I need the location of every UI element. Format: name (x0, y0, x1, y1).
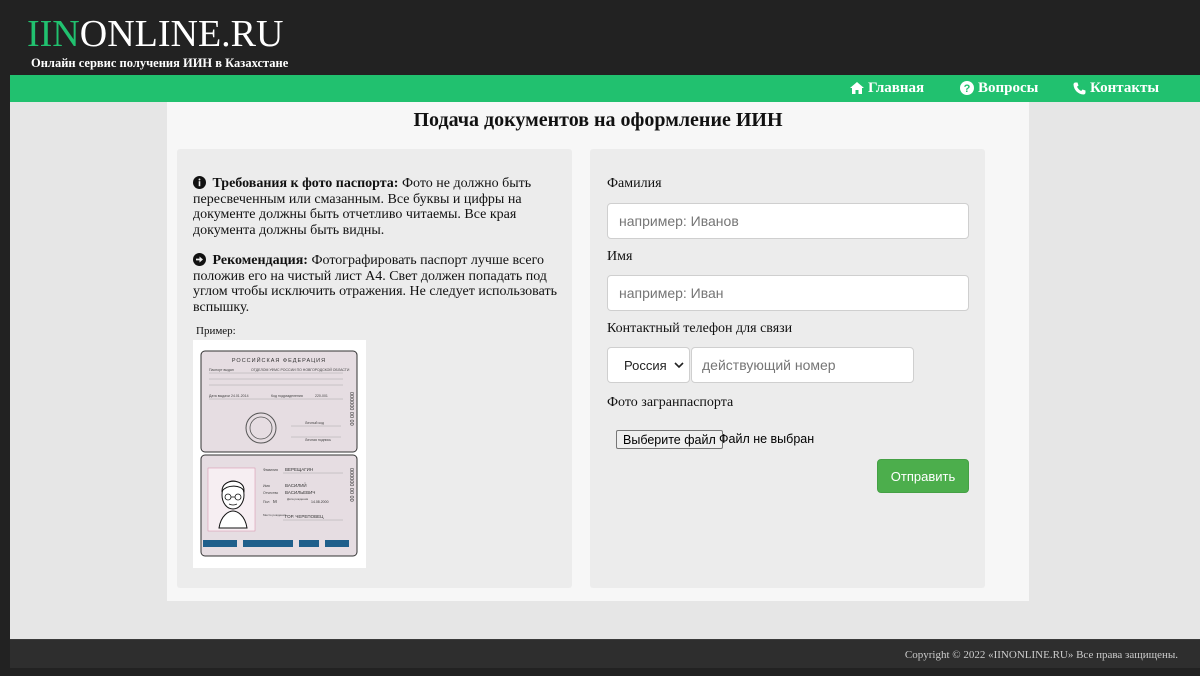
logo-accent-text: IIN (27, 13, 80, 55)
country-select[interactable]: Россия (607, 347, 690, 383)
passport-field-value: ВАСИЛИЙ (285, 481, 307, 488)
home-icon (850, 82, 864, 94)
info-circle-icon (193, 176, 206, 189)
passport-field-label: Фамилия (263, 468, 278, 472)
page-title: Подача документов на оформление ИИН (413, 109, 783, 131)
nav-item-home[interactable]: Главная (850, 79, 924, 97)
surname-label: Фамилия (607, 176, 662, 191)
requirements-title: Требования к фото паспорта: (212, 176, 399, 191)
phone-input[interactable] (691, 347, 914, 383)
question-circle-icon: ? (960, 81, 974, 95)
passport-field-value: 14.08.2000 (311, 500, 329, 504)
passport-field-value: ОТДЕЛОМ УФМС РОССИИ ПО НОВГОРОДСКОЙ ОБЛА… (251, 368, 350, 372)
passport-field-label: Личный код (305, 421, 324, 425)
requirements-paragraph: Требования к фото паспорта: Фото не долж… (193, 176, 563, 238)
surname-input[interactable] (607, 203, 969, 239)
passport-sample-image: РОССИЙСКАЯ ФЕДЕРАЦИЯ Паспорт выдан ОТДЕЛ… (193, 340, 366, 568)
passport-field-value: 24.01.2014 (231, 394, 249, 398)
phone-label: Контактный телефон для связи (607, 321, 793, 336)
site-tagline: Онлайн сервис получения ИИН в Казахстане (31, 56, 289, 70)
passport-field-label: Дата выдачи (209, 394, 230, 398)
passport-field-label: Имя (263, 484, 270, 488)
country-select-value: Россия (624, 357, 667, 373)
passport-serial: 000000 00 00 (348, 392, 354, 426)
nav-item-questions[interactable]: ? Вопросы (960, 79, 1038, 97)
passport-field-label: Паспорт выдан (209, 368, 234, 372)
passport-field-label: Место рождения (263, 513, 287, 517)
passport-serial: 000000 00 00 (348, 468, 354, 502)
copyright-text: Copyright © 2022 «IINONLINE.RU» Все прав… (904, 649, 1178, 661)
file-status-text: Файл не выбран (719, 432, 815, 446)
nav-item-label: Главная (868, 80, 925, 96)
recommendation-title: Рекомендация: (212, 253, 308, 268)
passport-field-value: М (273, 499, 277, 504)
passport-header-text: РОССИЙСКАЯ ФЕДЕРАЦИЯ (232, 356, 326, 364)
chevron-down-icon (674, 362, 684, 369)
main-nav: Главная ? Вопросы Контакты (10, 75, 1200, 102)
passport-field-label: Код подразделения (271, 394, 303, 398)
passport-field-value: ГОР. ЧЕРЕПОВЕЦ (285, 514, 324, 519)
site-header: IINONLINE.RU Онлайн сервис получения ИИН… (0, 0, 1200, 75)
example-label: Пример: (196, 325, 236, 337)
passport-field-value: ВЕРЕЩАГИН (285, 467, 313, 472)
site-logo[interactable]: IINONLINE.RU (27, 14, 283, 54)
passport-field-value: 220-001 (315, 394, 328, 398)
name-label: Имя (607, 249, 633, 264)
site-footer: Copyright © 2022 «IINONLINE.RU» Все прав… (10, 639, 1200, 668)
passport-photo-label: Фото загранпаспорта (607, 395, 734, 410)
phone-icon (1073, 82, 1086, 94)
nav-item-contacts[interactable]: Контакты (1073, 79, 1159, 97)
nav-item-label: Контакты (1090, 80, 1160, 96)
passport-field-label: Пол (263, 500, 269, 504)
passport-field-label: Дата рождения (287, 497, 309, 501)
passport-field-label: Отчество (263, 491, 278, 495)
submit-button[interactable]: Отправить (877, 459, 969, 493)
svg-text:?: ? (964, 83, 971, 95)
nav-item-label: Вопросы (978, 80, 1039, 96)
passport-field-label: Личная подпись (305, 438, 331, 442)
choose-file-button[interactable]: Выберите файл (616, 430, 723, 449)
logo-text: ONLINE.RU (79, 13, 284, 55)
arrow-circle-right-icon (193, 253, 206, 266)
passport-field-value: ВАСИЛЬЕВИЧ (285, 490, 315, 495)
name-input[interactable] (607, 275, 969, 311)
bottom-strip (0, 668, 1200, 676)
recommendation-paragraph: Рекомендация: Фотографировать паспорт лу… (193, 253, 563, 315)
